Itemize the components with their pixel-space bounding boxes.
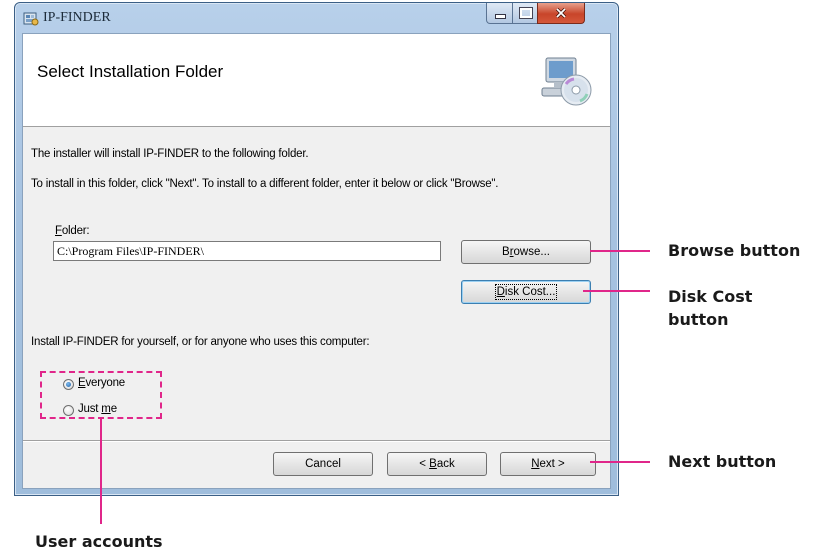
- back-rest: ack: [436, 458, 455, 470]
- disk-cost-button[interactable]: Disk Cost...: [461, 280, 591, 304]
- users-callout-label: User accounts: [35, 532, 163, 551]
- next-callout-label: Next button: [668, 452, 777, 471]
- browse-pre: B: [502, 246, 510, 258]
- folder-label: Folder:: [55, 225, 90, 237]
- close-icon: [555, 8, 567, 18]
- diskcost-rest: isk Cost...: [504, 286, 556, 298]
- page-title: Select Installation Folder: [37, 62, 224, 81]
- computer-disc-icon: [541, 57, 592, 106]
- folder-label-accel: F: [55, 225, 62, 237]
- back-accel: B: [429, 458, 437, 470]
- back-button[interactable]: < Back: [387, 452, 487, 476]
- diskcost-callout-line: [583, 290, 650, 292]
- minimize-button[interactable]: [486, 3, 514, 24]
- header-banner: Select Installation Folder: [23, 34, 610, 127]
- folder-label-rest: older:: [61, 225, 90, 237]
- window-title: IP-FINDER: [43, 10, 111, 25]
- cancel-button[interactable]: Cancel: [273, 452, 373, 476]
- cancel-button-label: Cancel: [305, 458, 341, 470]
- installer-window: IP-FINDER Select Installation Folder The…: [14, 2, 619, 496]
- disk-cost-button-label: Disk Cost...: [494, 284, 558, 300]
- browse-callout-line: [590, 250, 650, 252]
- back-pre: <: [419, 458, 430, 470]
- back-button-label: < Back: [419, 458, 455, 470]
- minimize-icon: [494, 13, 506, 19]
- installer-app-icon: [23, 12, 39, 26]
- browse-callout-label: Browse button: [668, 241, 801, 260]
- title-bar[interactable]: IP-FINDER: [15, 3, 618, 33]
- next-callout-line: [590, 461, 650, 463]
- users-callout-line: [100, 419, 102, 524]
- dialog-content: Select Installation Folder The installer…: [22, 33, 611, 489]
- diskcost-callout-label-2: button: [668, 310, 729, 329]
- diskcost-accel: D: [496, 286, 505, 298]
- next-button[interactable]: Next >: [500, 452, 596, 476]
- diskcost-callout-label-1: Disk Cost: [668, 287, 753, 306]
- user-accounts-highlight: [40, 371, 162, 419]
- instructions-text: To install in this folder, click "Next".…: [31, 178, 499, 190]
- next-rest: ext >: [539, 458, 565, 470]
- browse-button-label: Browse...: [502, 246, 550, 258]
- browse-post: owse...: [513, 246, 550, 258]
- close-button[interactable]: [537, 3, 585, 24]
- intro-text: The installer will install IP-FINDER to …: [31, 148, 309, 160]
- maximize-icon: [518, 7, 533, 19]
- browse-button[interactable]: Browse...: [461, 240, 591, 264]
- footer-divider: [23, 440, 610, 441]
- maximize-button[interactable]: [512, 3, 539, 24]
- next-button-label: Next >: [531, 458, 565, 470]
- install-for-text: Install IP-FINDER for yourself, or for a…: [31, 336, 370, 348]
- next-accel: N: [531, 458, 540, 470]
- folder-path-input[interactable]: C:\Program Files\IP-FINDER\: [53, 241, 441, 261]
